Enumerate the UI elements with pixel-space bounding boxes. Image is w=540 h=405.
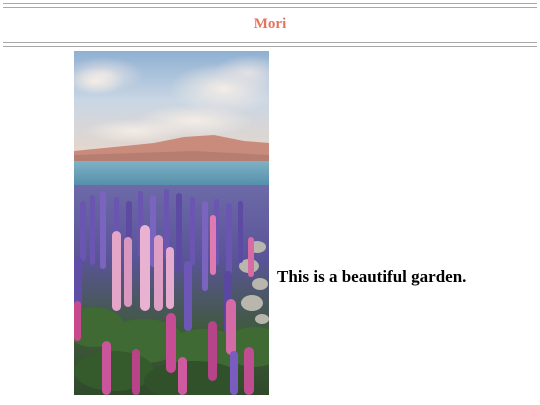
garden-caption: This is a beautiful garden. [277, 267, 467, 286]
site-title[interactable]: Mori [0, 14, 540, 34]
page: Mori This is a beautiful garden. [0, 0, 540, 405]
garden-photo [74, 51, 269, 395]
header-top-rule [3, 3, 537, 4]
header-top-rule-inner [3, 7, 537, 8]
header-bottom-rule [3, 42, 537, 43]
lake [74, 161, 269, 189]
header-bottom-rule-inner [3, 46, 537, 47]
